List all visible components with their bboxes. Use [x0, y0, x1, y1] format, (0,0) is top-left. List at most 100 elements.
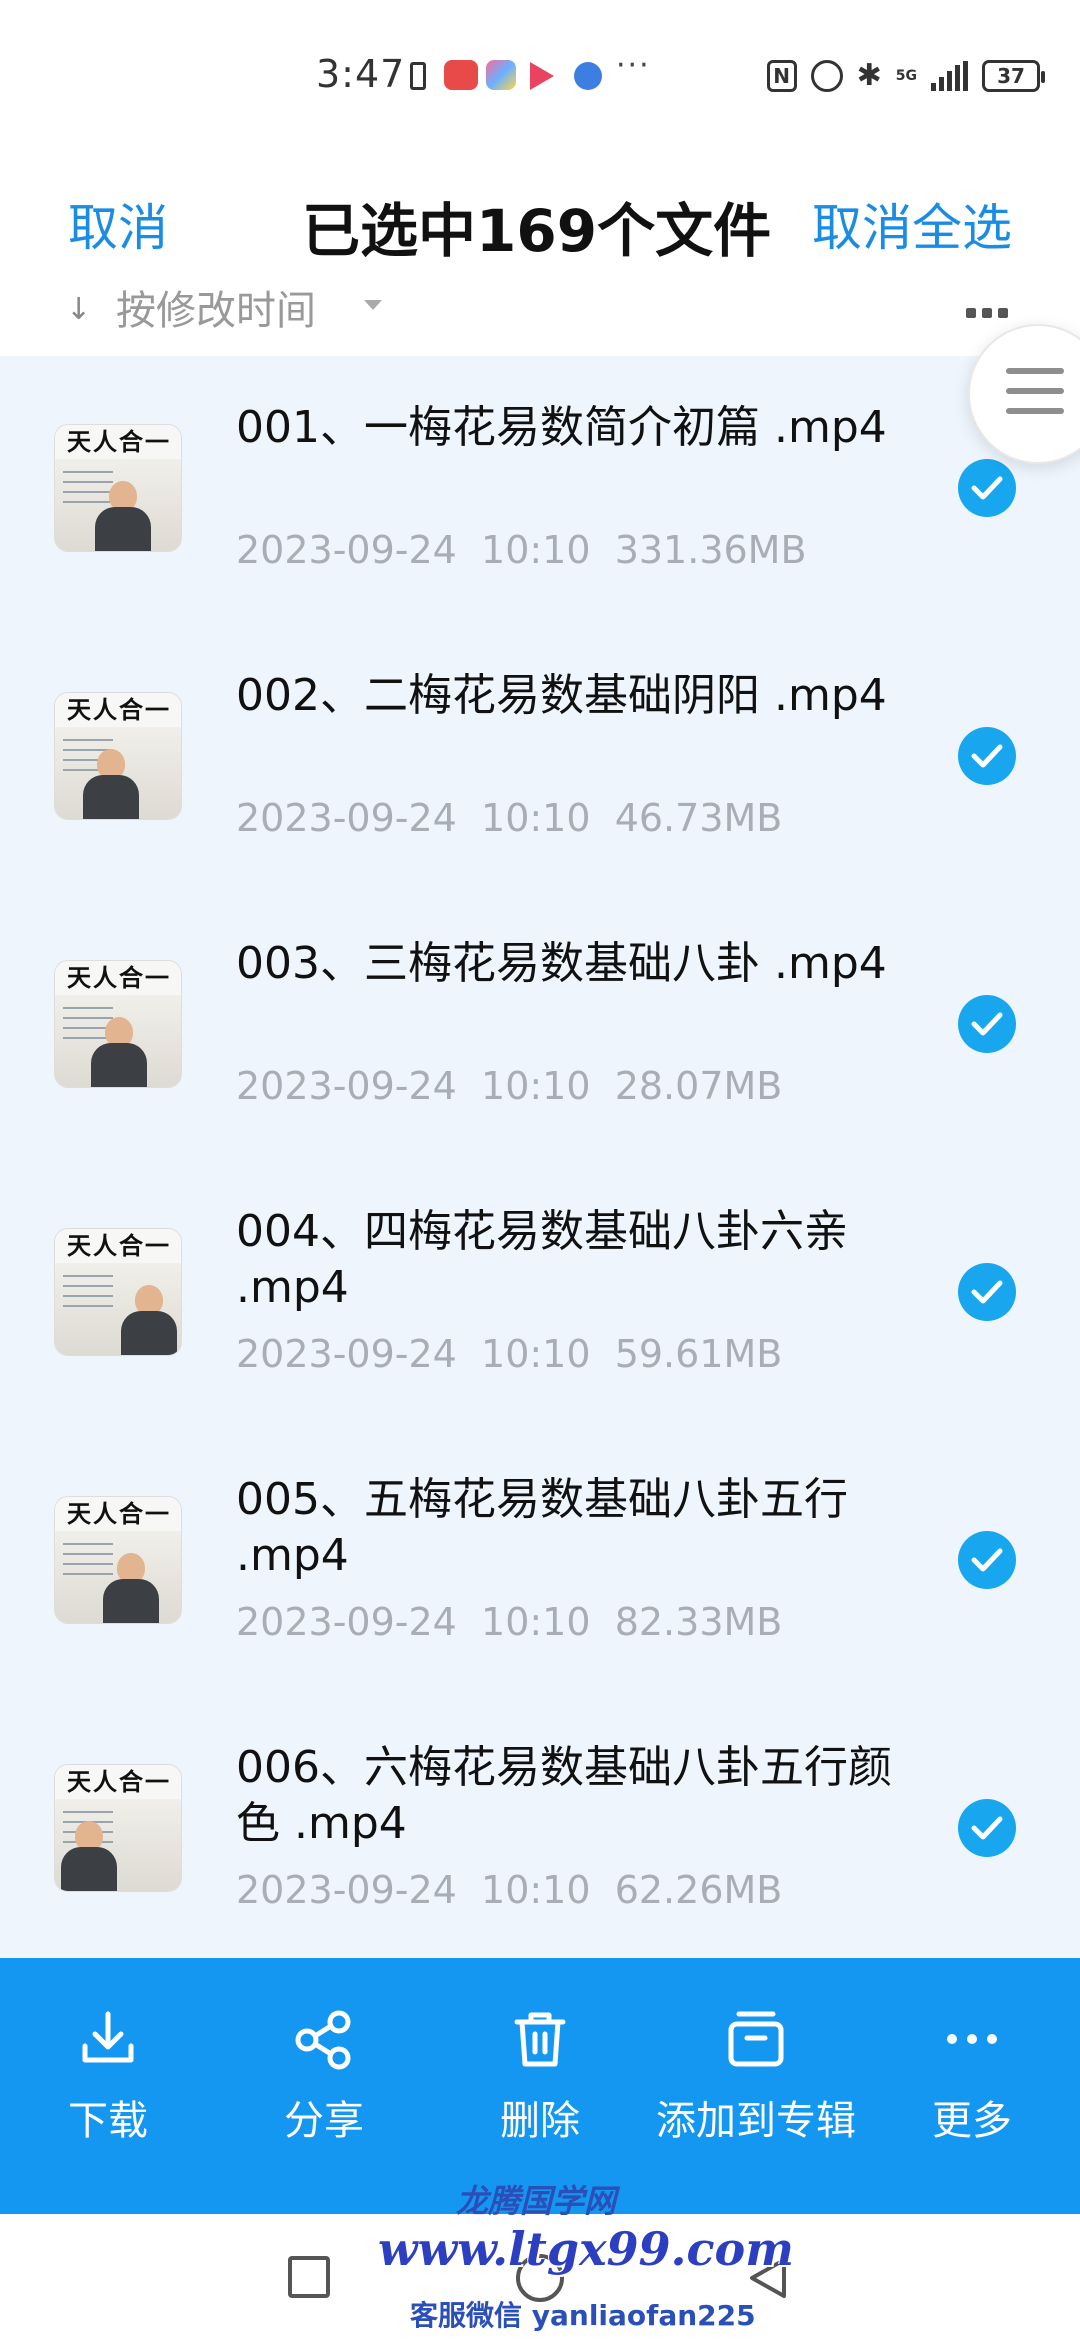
sort-row[interactable]: ↓ 按修改时间 [0, 288, 1080, 356]
thumbnail-banner: 天人合一 [55, 961, 181, 995]
file-meta: 2023-09-24 10:10 331.36MB [236, 528, 807, 572]
checkmark-icon [971, 744, 1003, 768]
file-date: 2023-09-24 [236, 528, 457, 572]
app-notification-icon [486, 60, 516, 90]
file-time: 10:10 [481, 796, 591, 840]
file-meta: 2023-09-24 10:10 28.07MB [236, 1064, 782, 1108]
file-name: 006、六梅花易数基础八卦五行颜色 .mp4 [236, 1742, 892, 1849]
file-date: 2023-09-24 [236, 1868, 457, 1912]
file-date: 2023-09-24 [236, 1064, 457, 1108]
file-row[interactable]: 天人合一 002、二梅花易数基础阴阳 .mp4 2023-09-24 10:10 4… [0, 624, 1080, 892]
share-label: 分享 [284, 2098, 364, 2144]
deselect-all-button[interactable]: 取消全选 [812, 188, 1012, 260]
checkmark-icon [971, 476, 1003, 500]
file-row[interactable]: 天人合一 001、一梅花易数简介初篇 .mp4 2023-09-24 10:10 3… [0, 356, 1080, 624]
thumbnail-banner: 天人合一 [55, 693, 181, 727]
video-thumbnail: 天人合一 [54, 960, 182, 1088]
download-label: 下载 [68, 2098, 148, 2144]
video-app-icon [530, 62, 554, 90]
chevron-down-icon [364, 300, 382, 310]
file-row[interactable]: 天人合一 003、三梅花易数基础八卦 .mp4 2023-09-24 10:10 2… [0, 892, 1080, 1160]
trash-icon [514, 2012, 566, 2067]
thumbnail-banner: 天人合一 [55, 1765, 181, 1799]
delete-label: 删除 [500, 2098, 580, 2144]
cancel-button[interactable]: 取消 [68, 188, 168, 260]
file-list: 天人合一 001、一梅花易数简介初篇 .mp4 2023-09-24 10:10 3… [0, 356, 1080, 1958]
album-icon [728, 2011, 784, 2067]
alarm-icon [810, 59, 843, 92]
status-time: 3:47 [316, 52, 406, 96]
file-size: 59.61MB [614, 1332, 783, 1376]
file-meta: 2023-09-24 10:10 59.61MB [236, 1332, 782, 1376]
video-thumbnail: 天人合一 [54, 692, 182, 820]
video-thumbnail: 天人合一 [54, 1228, 182, 1356]
selected-checkbox[interactable] [958, 995, 1016, 1053]
browser-app-icon [574, 62, 602, 90]
more-label: 更多 [932, 2098, 1012, 2144]
file-size: 28.07MB [614, 1064, 783, 1108]
more-button[interactable]: 更多 [864, 1958, 1080, 2214]
file-time: 10:10 [481, 1064, 591, 1108]
file-name: 002、二梅花易数基础阴阳 .mp4 [236, 670, 887, 721]
thumbnail-banner: 天人合一 [55, 425, 181, 459]
video-thumbnail: 天人合一 [54, 424, 182, 552]
nfc-icon: N [766, 59, 797, 92]
thumbnail-banner: 天人合一 [55, 1229, 181, 1263]
selected-checkbox[interactable] [958, 1263, 1016, 1321]
signal-icon [931, 60, 968, 91]
selected-checkbox[interactable] [958, 459, 1016, 517]
file-name: 005、五梅花易数基础八卦五行 .mp4 [236, 1474, 848, 1581]
checkmark-icon [971, 1816, 1003, 1840]
add-to-album-button[interactable]: 添加到专辑 [648, 1958, 864, 2214]
more-notifications-icon: ··· [616, 48, 651, 83]
file-size: 331.36MB [614, 528, 807, 572]
battery-saver-icon [410, 62, 426, 90]
file-time: 10:10 [481, 1600, 591, 1644]
file-name: 003、三梅花易数基础八卦 .mp4 [236, 938, 887, 989]
file-time: 10:10 [481, 1332, 591, 1376]
video-thumbnail: 天人合一 [54, 1764, 182, 1892]
page-title: 已选中169个文件 [302, 197, 772, 265]
download-icon [82, 2011, 134, 2063]
watermark-contact: 客服微信 yanliaofan225 [410, 2299, 756, 2332]
file-name: 004、四梅花易数基础八卦六亲 .mp4 [236, 1206, 848, 1313]
watermark-url: www.ltgx99.com [378, 2222, 794, 2276]
file-row[interactable]: 天人合一 004、四梅花易数基础八卦六亲 .mp4 2023-09-24 10:10… [0, 1160, 1080, 1428]
share-icon [295, 2010, 351, 2070]
file-size: 46.73MB [614, 796, 783, 840]
file-time: 10:10 [481, 1868, 591, 1912]
selected-checkbox[interactable] [958, 727, 1016, 785]
file-meta: 2023-09-24 10:10 82.33MB [236, 1600, 782, 1644]
share-button[interactable]: 分享 [216, 1958, 432, 2214]
battery-icon: 37 [982, 59, 1045, 92]
file-date: 2023-09-24 [236, 796, 457, 840]
file-meta: 2023-09-24 10:10 62.26MB [236, 1868, 782, 1912]
file-size: 82.33MB [614, 1600, 783, 1644]
video-thumbnail: 天人合一 [54, 1496, 182, 1624]
app-notification-icon [444, 60, 478, 90]
status-bar: 3:47 ··· N ✱ 5G 37 [0, 0, 1080, 150]
download-button[interactable]: 下载 [0, 1958, 216, 2214]
system-indicators: N ✱ 5G 37 [766, 58, 1045, 93]
view-options-icon[interactable] [966, 308, 1008, 318]
network-type-label: 5G [895, 67, 917, 84]
sort-label: 按修改时间 [116, 288, 316, 334]
file-row[interactable]: 天人合一 005、五梅花易数基础八卦五行 .mp4 2023-09-24 10:10… [0, 1428, 1080, 1696]
thumbnail-banner: 天人合一 [55, 1497, 181, 1531]
file-date: 2023-09-24 [236, 1600, 457, 1644]
sort-direction-icon: ↓ [66, 292, 92, 327]
watermark-site-name: 龙腾国学网 [456, 2182, 617, 2220]
selection-header: 取消 已选中169个文件 取消全选 [0, 150, 1080, 300]
selected-checkbox[interactable] [958, 1531, 1016, 1589]
checkmark-icon [971, 1280, 1003, 1304]
selected-checkbox[interactable] [958, 1799, 1016, 1857]
file-row[interactable]: 天人合一 006、六梅花易数基础八卦五行颜色 .mp4 2023-09-24 10:… [0, 1696, 1080, 1958]
add-to-album-label: 添加到专辑 [656, 2098, 856, 2144]
checkmark-icon [971, 1012, 1003, 1036]
file-size: 62.26MB [614, 1868, 783, 1912]
checkmark-icon [971, 1548, 1003, 1572]
bluetooth-icon: ✱ [856, 58, 882, 93]
file-selection-screen: 3:47 ··· N ✱ 5G 37 取消 已选中169个文件 取消全选 ↓ 按… [0, 0, 1080, 2340]
more-icon [947, 2034, 997, 2044]
recents-button[interactable] [288, 2256, 330, 2298]
